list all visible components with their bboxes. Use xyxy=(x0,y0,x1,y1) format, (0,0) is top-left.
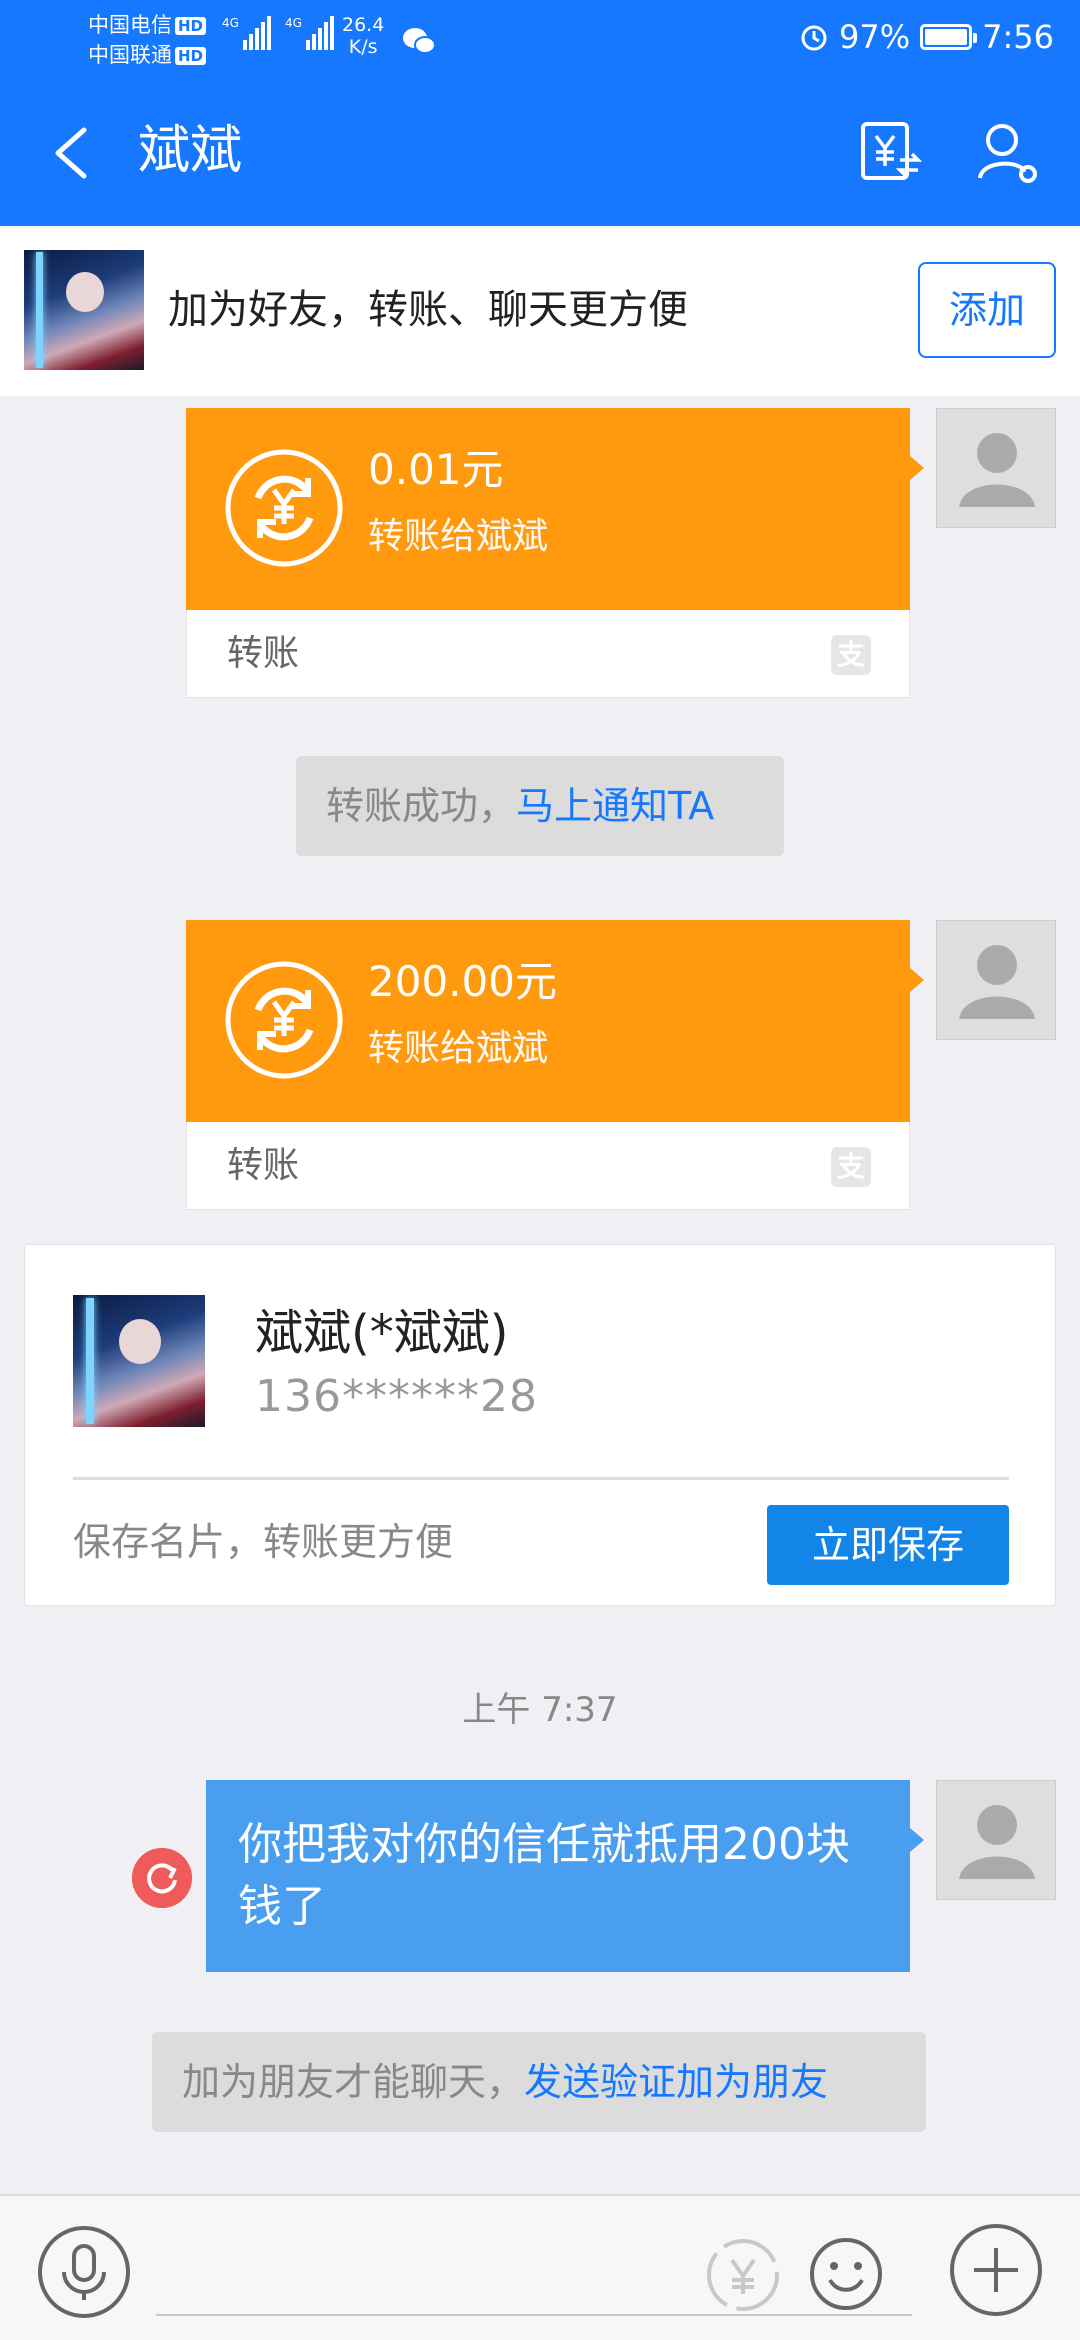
carrier-info: 中国电信 HD 中国联通 HD xyxy=(88,10,207,70)
signal-icon: 4G xyxy=(285,16,334,50)
input-bar xyxy=(0,2194,1080,2340)
alarm-icon xyxy=(801,25,827,51)
message-input[interactable] xyxy=(156,2314,912,2316)
back-arrow-icon[interactable] xyxy=(44,118,104,188)
battery-icon xyxy=(920,24,978,50)
microphone-icon[interactable] xyxy=(36,2224,132,2320)
transfer-card[interactable]: 200.00元 转账给斌斌 转账 支 xyxy=(186,920,924,1210)
transfer-header: 200.00元 转账给斌斌 xyxy=(186,920,924,1122)
speed-unit: K/s xyxy=(348,36,378,58)
signal-icon: 4G xyxy=(222,16,271,50)
add-friend-banner: 加为好友，转账、聊天更方便 添加 xyxy=(0,226,1080,396)
transfer-card[interactable]: 0.01元 转账给斌斌 转账 支 xyxy=(186,408,924,698)
avatar[interactable] xyxy=(24,250,144,370)
network-type-2: 4G xyxy=(284,16,302,30)
profile-settings-icon[interactable] xyxy=(974,116,1040,186)
network-type-1: 4G xyxy=(222,16,239,30)
transfer-label: 转账 xyxy=(227,1145,300,1186)
carrier-2: 中国联通 xyxy=(88,43,172,67)
plus-icon[interactable] xyxy=(948,2222,1044,2318)
send-verification-link[interactable]: 发送验证加为朋友 xyxy=(524,2060,828,2104)
nav-bar: 斌斌 xyxy=(0,80,1080,226)
default-avatar-icon[interactable] xyxy=(936,408,1056,528)
transfer-desc: 转账给斌斌 xyxy=(368,1028,549,1069)
hd-badge-2: HD xyxy=(175,47,207,65)
notify-link[interactable]: 马上通知TA xyxy=(516,784,714,828)
retry-icon[interactable] xyxy=(132,1848,192,1908)
transfer-desc: 转账给斌斌 xyxy=(368,516,549,557)
alipay-icon: 支 xyxy=(831,1147,871,1187)
signal-group: 4G 4G xyxy=(222,16,334,50)
add-friend-text: 加为好友，转账、聊天更方便 xyxy=(168,287,688,333)
contact-card: 斌斌(*斌斌) 136******28 保存名片，转账更方便 立即保存 xyxy=(24,1244,1056,1606)
speed-value: 26.4 xyxy=(342,14,385,36)
network-speed: 26.4 K/s xyxy=(342,14,384,58)
battery-percent: 97% xyxy=(839,18,911,56)
add-friend-button[interactable]: 添加 xyxy=(918,262,1056,358)
avatar[interactable] xyxy=(73,1295,205,1427)
yuan-exchange-icon xyxy=(225,961,343,1079)
transfer-footer: 转账 支 xyxy=(187,611,909,697)
notice-text: 转账成功， xyxy=(326,784,517,828)
message-timestamp: 上午 7:37 xyxy=(462,1690,618,1730)
transfer-bill-icon[interactable] xyxy=(858,116,924,186)
yuan-icon[interactable] xyxy=(704,2236,782,2314)
default-avatar-icon[interactable] xyxy=(936,920,1056,1040)
status-bar: 中国电信 HD 中国联通 HD 4G 4G 26.4 K/s 97% 7:56 xyxy=(0,0,1080,80)
transfer-amount: 200.00元 xyxy=(368,957,557,1006)
transfer-success-notice: 转账成功，马上通知TA xyxy=(296,756,784,856)
notice-text: 加为朋友才能聊天， xyxy=(182,2060,525,2104)
divider xyxy=(73,1477,1009,1480)
page-title: 斌斌 xyxy=(138,121,243,181)
transfer-footer: 转账 支 xyxy=(187,1123,909,1209)
default-avatar-icon[interactable] xyxy=(936,1780,1056,1900)
transfer-label: 转账 xyxy=(227,633,300,674)
status-right: 97% 7:56 xyxy=(799,18,1054,56)
emoji-icon[interactable] xyxy=(806,2234,886,2314)
save-now-button[interactable]: 立即保存 xyxy=(767,1505,1009,1585)
contact-name: 斌斌(*斌斌) xyxy=(255,1305,509,1361)
message-bubble[interactable]: 你把我对你的信任就抵用200块钱了 xyxy=(206,1780,924,1972)
carrier-1: 中国电信 xyxy=(88,13,172,37)
transfer-header: 0.01元 转账给斌斌 xyxy=(186,408,924,610)
alipay-icon: 支 xyxy=(831,635,871,675)
yuan-exchange-icon xyxy=(225,449,343,567)
hd-badge-1: HD xyxy=(175,17,207,35)
wechat-icon xyxy=(403,28,436,54)
transfer-amount: 0.01元 xyxy=(368,445,504,494)
contact-phone: 136******28 xyxy=(255,1371,538,1422)
clock: 7:56 xyxy=(982,18,1054,56)
save-tip: 保存名片，转账更方便 xyxy=(73,1520,454,1564)
add-friend-notice: 加为朋友才能聊天，发送验证加为朋友 xyxy=(152,2032,926,2132)
